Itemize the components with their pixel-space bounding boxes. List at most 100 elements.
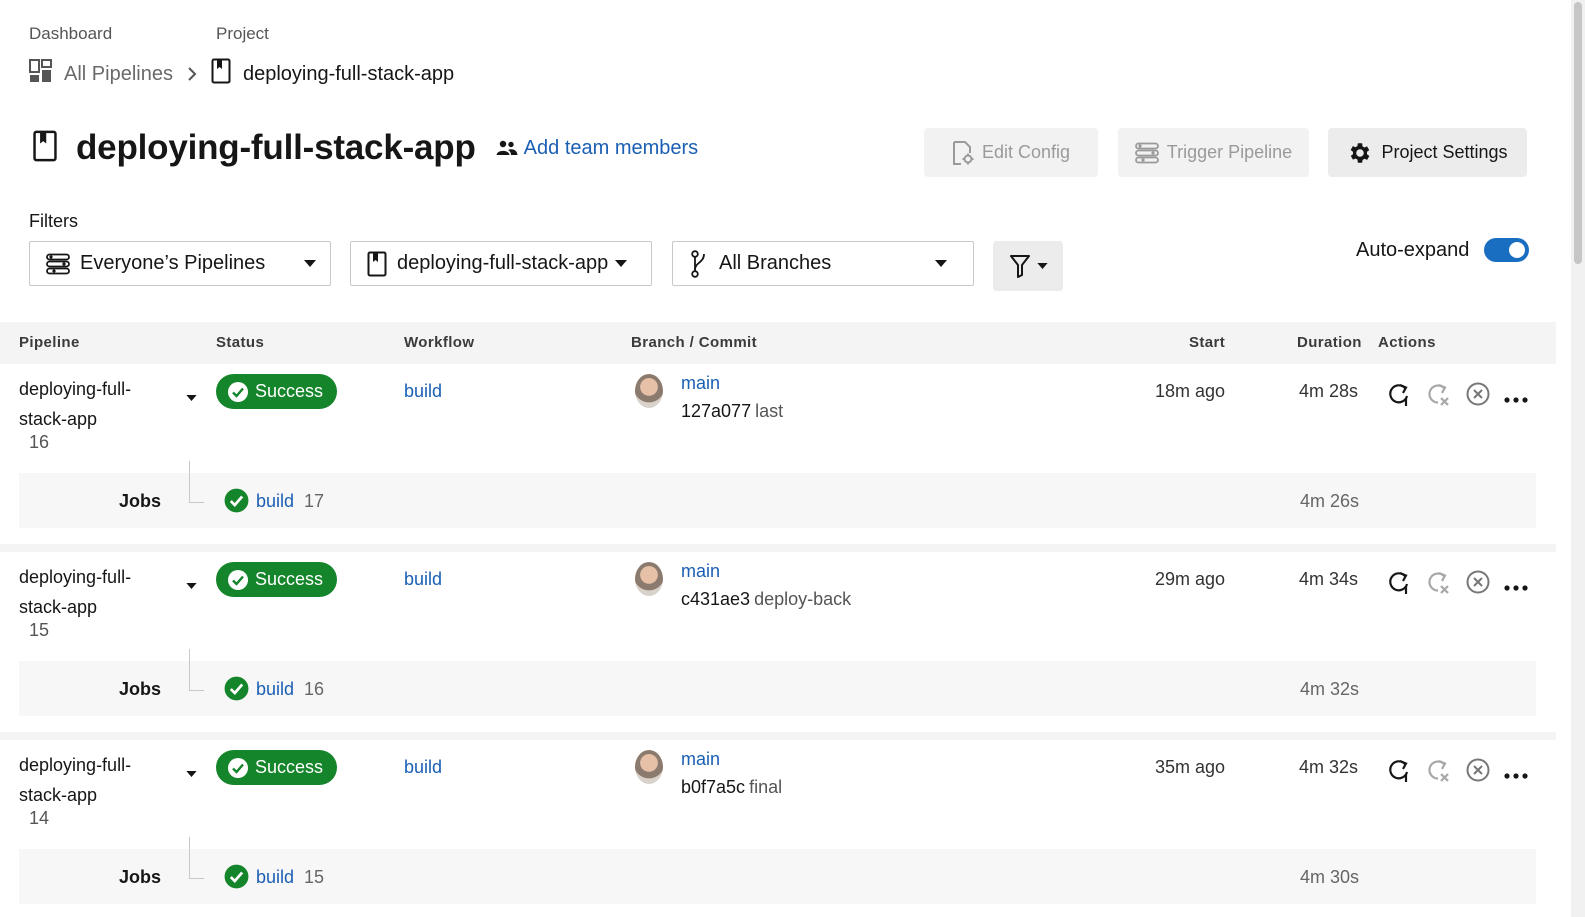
check-circle-icon bbox=[224, 864, 249, 894]
breadcrumb-all-pipelines[interactable]: All Pipelines bbox=[64, 63, 173, 86]
job-duration: 4m 26s bbox=[1299, 491, 1359, 511]
status-badge[interactable]: Success bbox=[216, 374, 337, 409]
jobs-row: Jobs build 17 4m 26s bbox=[19, 461, 1536, 528]
job-duration: 4m 32s bbox=[1299, 679, 1359, 699]
column-header-branch-commit: Branch / Commit bbox=[631, 334, 758, 351]
branch-link[interactable]: main bbox=[681, 749, 720, 770]
trigger-pipeline-button[interactable]: Trigger Pipeline bbox=[1118, 128, 1309, 177]
pipeline-row: deploying-full-stack-app 16 Success buil… bbox=[0, 364, 1556, 544]
jobs-label: Jobs bbox=[119, 867, 162, 887]
duration: 4m 28s bbox=[1298, 381, 1358, 401]
workflow-link[interactable]: build bbox=[404, 757, 442, 778]
rerun-failed-icon[interactable] bbox=[1425, 569, 1451, 600]
pipeline-number: 15 bbox=[29, 620, 50, 640]
duration: 4m 34s bbox=[1298, 569, 1358, 589]
branch-filter-value: All Branches bbox=[719, 252, 832, 274]
caret-down-icon[interactable] bbox=[186, 388, 197, 406]
tree-connector bbox=[189, 837, 204, 879]
check-circle-icon bbox=[228, 569, 248, 590]
rerun-icon[interactable] bbox=[1386, 381, 1412, 412]
add-team-members-label: Add team members bbox=[523, 136, 699, 159]
pipeline-name-link[interactable]: deploying-full-stack-app bbox=[19, 750, 159, 810]
cancel-icon[interactable] bbox=[1465, 757, 1491, 788]
branch-link[interactable]: main bbox=[681, 561, 720, 582]
job-link[interactable]: build bbox=[256, 679, 294, 700]
pipeline-icon bbox=[46, 253, 70, 274]
column-header-start: Start bbox=[1189, 334, 1226, 351]
page-title: deploying-full-stack-app bbox=[76, 128, 476, 167]
advanced-filter-button[interactable] bbox=[993, 241, 1063, 291]
job-duration: 4m 30s bbox=[1299, 867, 1359, 887]
pipelines-filter-select[interactable]: Everyone’s Pipelines bbox=[29, 241, 331, 286]
auto-expand-toggle[interactable] bbox=[1484, 238, 1530, 262]
job-link[interactable]: build bbox=[256, 491, 294, 512]
trigger-pipeline-label: Trigger Pipeline bbox=[1166, 142, 1293, 162]
rerun-icon[interactable] bbox=[1386, 757, 1412, 788]
job-number: 16 bbox=[304, 679, 325, 699]
scrollbar[interactable] bbox=[1571, 0, 1585, 917]
workflow-link[interactable]: build bbox=[404, 381, 442, 402]
pipeline-row: deploying-full-stack-app 14 Success buil… bbox=[0, 740, 1556, 917]
column-header-pipeline: Pipeline bbox=[19, 334, 80, 351]
rerun-failed-icon[interactable] bbox=[1425, 757, 1451, 788]
workflow-link[interactable]: build bbox=[404, 569, 442, 590]
add-team-members-link[interactable]: Add team members bbox=[496, 136, 699, 160]
caret-down-icon[interactable] bbox=[186, 576, 197, 594]
job-number: 17 bbox=[304, 491, 325, 511]
project-bookmark-icon bbox=[211, 58, 231, 90]
status-label: Success bbox=[255, 757, 324, 777]
pipeline-name-link[interactable]: deploying-full-stack-app bbox=[19, 562, 159, 622]
pipeline-row: deploying-full-stack-app 15 Success buil… bbox=[0, 552, 1556, 732]
tree-connector bbox=[189, 649, 204, 691]
rerun-icon[interactable] bbox=[1386, 569, 1412, 600]
project-filter-value: deploying-full-stack-app bbox=[397, 252, 609, 274]
pipelines-filter-value: Everyone’s Pipelines bbox=[80, 252, 266, 274]
commit-hash-link[interactable]: b0f7a5c bbox=[681, 777, 745, 797]
scrollbar-thumb[interactable] bbox=[1574, 2, 1582, 264]
pipeline-number: 16 bbox=[29, 432, 50, 452]
cancel-icon[interactable] bbox=[1465, 381, 1491, 412]
filters-label: Filters bbox=[29, 211, 78, 231]
more-options-icon[interactable] bbox=[1504, 578, 1528, 596]
avatar bbox=[635, 374, 663, 408]
start-time: 35m ago bbox=[1154, 757, 1225, 777]
jobs-row: Jobs build 16 4m 32s bbox=[19, 649, 1536, 716]
breadcrumb: Dashboard Project All Pipelines deployin… bbox=[29, 24, 454, 90]
rerun-failed-icon[interactable] bbox=[1425, 381, 1451, 412]
commit-info: c431ae3 deploy-back bbox=[681, 589, 851, 610]
branch-filter-select[interactable]: All Branches bbox=[672, 241, 974, 286]
cancel-icon[interactable] bbox=[1465, 569, 1491, 600]
commit-info: b0f7a5c final bbox=[681, 777, 782, 798]
project-settings-button[interactable]: Project Settings bbox=[1328, 128, 1527, 177]
breadcrumb-project[interactable]: deploying-full-stack-app bbox=[243, 63, 454, 86]
commit-message: deploy-back bbox=[754, 589, 852, 609]
breadcrumb-project-label: Project bbox=[216, 24, 269, 43]
job-number: 15 bbox=[304, 867, 325, 887]
column-header-duration: Duration bbox=[1297, 334, 1362, 351]
commit-message: final bbox=[749, 777, 783, 797]
avatar bbox=[635, 750, 663, 784]
more-options-icon[interactable] bbox=[1504, 766, 1528, 784]
commit-hash-link[interactable]: c431ae3 bbox=[681, 589, 750, 609]
commit-message: last bbox=[755, 401, 784, 421]
caret-down-icon[interactable] bbox=[186, 764, 197, 782]
caret-down-icon bbox=[935, 260, 947, 267]
status-badge[interactable]: Success bbox=[216, 562, 337, 597]
branch-icon bbox=[691, 249, 705, 278]
branch-link[interactable]: main bbox=[681, 373, 720, 394]
project-filter-select[interactable]: deploying-full-stack-app bbox=[350, 241, 652, 286]
edit-config-button[interactable]: Edit Config bbox=[924, 128, 1098, 177]
status-badge[interactable]: Success bbox=[216, 750, 337, 785]
jobs-row: Jobs build 15 4m 30s bbox=[19, 837, 1536, 904]
status-label: Success bbox=[255, 569, 324, 589]
pipeline-name-link[interactable]: deploying-full-stack-app bbox=[19, 374, 159, 434]
more-options-icon[interactable] bbox=[1504, 390, 1528, 408]
avatar bbox=[635, 562, 663, 596]
duration: 4m 32s bbox=[1298, 757, 1358, 777]
jobs-label: Jobs bbox=[119, 679, 162, 699]
gear-icon bbox=[1351, 142, 1370, 163]
job-link[interactable]: build bbox=[256, 867, 294, 888]
commit-info: 127a077 last bbox=[681, 401, 783, 422]
commit-hash-link[interactable]: 127a077 bbox=[681, 401, 751, 421]
column-header-status: Status bbox=[216, 334, 265, 351]
